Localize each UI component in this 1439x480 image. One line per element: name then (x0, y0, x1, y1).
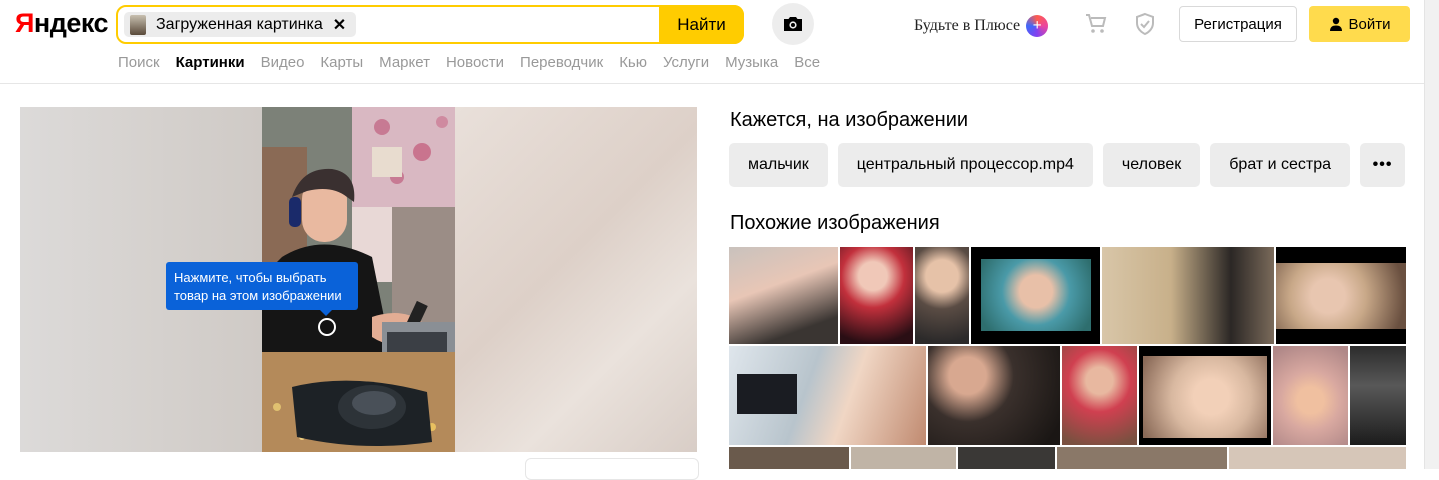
similar-image-tile[interactable] (915, 247, 969, 344)
plus-promo-link[interactable]: Будьте в Плюсе + (914, 15, 1049, 37)
similar-image-tile[interactable] (1273, 346, 1348, 445)
uploaded-image-thumbnail (130, 14, 146, 35)
product-select-tooltip: Нажмите, чтобы выбрать товар на этом изо… (166, 262, 358, 316)
remove-image-icon[interactable]: ✕ (333, 15, 346, 35)
recognition-title: Кажется, на изображении (730, 109, 969, 131)
similar-image-tile[interactable] (1229, 447, 1406, 469)
nav-item[interactable]: Новости (446, 54, 504, 71)
nav-item[interactable]: Маркет (379, 54, 430, 71)
plus-promo-label: Будьте в Плюсе (914, 17, 1021, 34)
similar-image-tile[interactable] (729, 247, 838, 344)
shield-icon[interactable] (1133, 12, 1157, 41)
user-icon (1329, 17, 1342, 31)
nav-item[interactable]: Видео (261, 54, 305, 71)
similar-image-tile[interactable] (1350, 346, 1406, 445)
more-tags-icon[interactable]: ••• (1360, 143, 1406, 187)
nav-item[interactable]: Картинки (176, 54, 245, 71)
image-viewer[interactable] (20, 107, 697, 452)
similar-image-tile[interactable] (840, 247, 913, 344)
similar-image-tile[interactable] (1062, 346, 1137, 445)
nav-item[interactable]: Все (794, 54, 820, 71)
similar-image-tile[interactable] (958, 447, 1055, 469)
similar-image-tile[interactable] (1139, 346, 1271, 445)
camera-search-button[interactable] (772, 3, 814, 45)
camera-icon (784, 17, 802, 31)
page-scrollbar[interactable] (1424, 0, 1439, 469)
similar-image-tile[interactable] (971, 247, 1100, 344)
header: Яндекс Загруженная картинка ✕ Найти Будь… (0, 0, 1439, 84)
uploaded-image-label: Загруженная картинка (156, 15, 323, 33)
nav-item[interactable]: Кью (619, 54, 647, 71)
login-button[interactable]: Войти (1309, 6, 1410, 42)
recognition-tag[interactable]: центральный процессор.mp4 (837, 143, 1093, 187)
recognition-tag[interactable]: брат и сестра (1210, 143, 1351, 187)
similar-images-grid (729, 247, 1406, 469)
nav-item[interactable]: Музыка (725, 54, 778, 71)
search-bar[interactable]: Загруженная картинка ✕ Найти (116, 5, 744, 44)
nav-item[interactable]: Поиск (118, 54, 160, 71)
viewer-footer-panel (525, 458, 699, 480)
similar-images-title: Похожие изображения (730, 212, 940, 234)
uploaded-image-chip[interactable]: Загруженная картинка ✕ (124, 12, 357, 37)
similar-image-tile[interactable] (1276, 247, 1406, 344)
similar-image-tile[interactable] (1057, 447, 1227, 469)
recognition-tag[interactable]: мальчик (729, 143, 828, 187)
similar-image-tile[interactable] (729, 447, 849, 469)
service-nav: Поиск Картинки Видео Карты Маркет Новости Пере… (118, 54, 820, 71)
product-select-target[interactable] (318, 318, 336, 336)
cart-icon[interactable] (1084, 12, 1108, 41)
nav-item[interactable]: Услуги (663, 54, 709, 71)
similar-image-tile[interactable] (928, 346, 1060, 445)
similar-image-tile[interactable] (729, 346, 926, 445)
blurred-background-right (455, 107, 697, 452)
nav-item[interactable]: Карты (320, 54, 363, 71)
similar-image-tile[interactable] (1102, 247, 1274, 344)
plus-logo-icon: + (1026, 15, 1049, 37)
yandex-logo[interactable]: Яндекс (15, 8, 109, 39)
search-button[interactable]: Найти (659, 5, 744, 44)
similar-image-tile[interactable] (851, 447, 956, 469)
recognition-tag[interactable]: человек (1102, 143, 1201, 187)
nav-item[interactable]: Переводчик (520, 54, 603, 71)
register-button[interactable]: Регистрация (1179, 6, 1297, 42)
login-label: Войти (1348, 15, 1391, 33)
recognition-tags: мальчик центральный процессор.mp4 человек б… (729, 143, 1406, 187)
